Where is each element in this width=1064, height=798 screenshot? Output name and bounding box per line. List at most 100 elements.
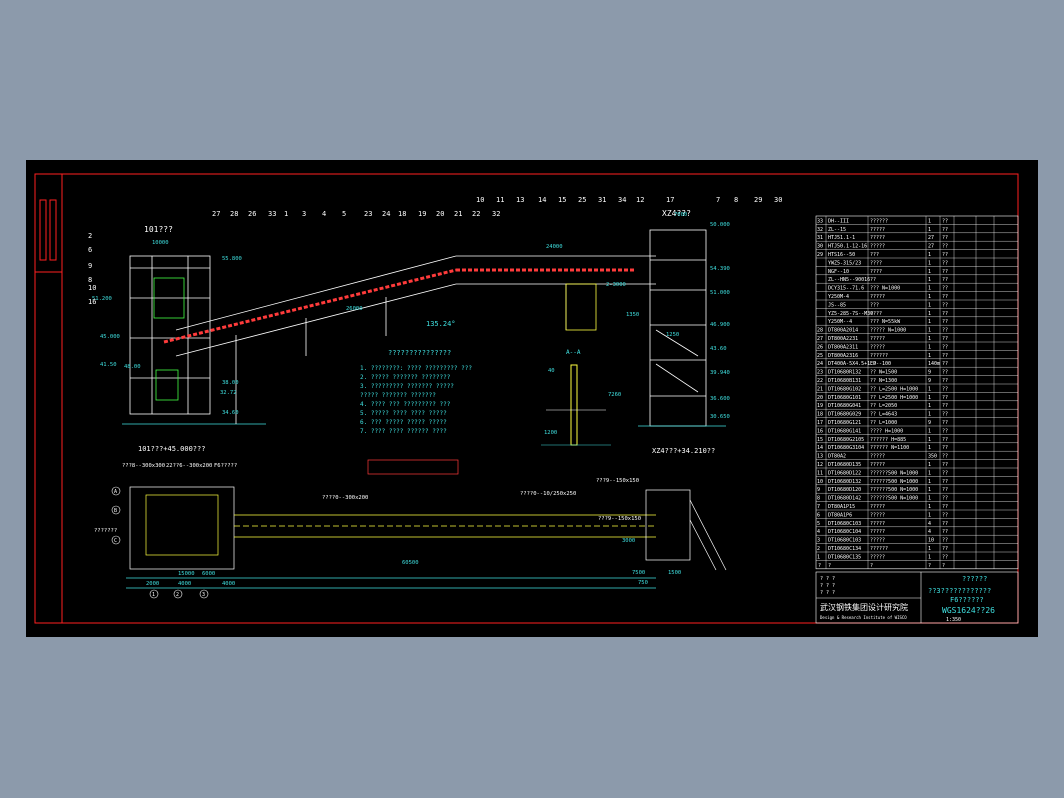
bom-item-code: DT10680G029 bbox=[828, 412, 861, 418]
bom-item-qty: 1 bbox=[928, 428, 931, 434]
bom-item-material: ?? bbox=[942, 319, 948, 325]
bom-item-number: 1 bbox=[817, 554, 820, 560]
bom-item-desc: ????? bbox=[870, 336, 885, 342]
bom-item-number: 2 bbox=[817, 546, 820, 552]
elevation-mark: 34.60 bbox=[222, 410, 239, 416]
bom-item-qty: 1 bbox=[928, 546, 931, 552]
bom-item-desc: ????? bbox=[870, 244, 885, 250]
bom-item-code: DT10680D142 bbox=[828, 496, 861, 502]
bom-item-material: ?? bbox=[942, 504, 948, 510]
axis-mark: C bbox=[114, 538, 117, 544]
bom-item-material: ?? bbox=[942, 454, 948, 460]
bom-item-number: 12 bbox=[817, 462, 823, 468]
dimension-value: 10000 bbox=[152, 240, 169, 246]
bom-item-material: ?? bbox=[942, 470, 948, 476]
bom-item-material: ?? bbox=[942, 420, 948, 426]
bom-item-number: 31 bbox=[817, 235, 823, 241]
dimension-value: 15000 bbox=[178, 571, 195, 577]
bom-item-code: HTJ51.1-1 bbox=[828, 235, 855, 241]
axis-mark: A bbox=[114, 489, 117, 495]
bom-item-number: 26 bbox=[817, 344, 823, 350]
bom-item-material: ?? bbox=[942, 386, 948, 392]
bom-item-material: ?? bbox=[942, 235, 948, 241]
title-block-row: ? ? ? bbox=[820, 583, 835, 589]
bom-item-material: ?? bbox=[942, 529, 948, 535]
bom-item-desc: ?? bbox=[870, 277, 876, 283]
bom-item-desc: ????? bbox=[870, 554, 885, 560]
callout-number: 31 bbox=[598, 196, 606, 204]
bom-item-code: DT10680G041 bbox=[828, 403, 861, 409]
title-block-left-rows: ? ? ?? ? ?? ? ? bbox=[820, 576, 835, 596]
bom-item-code: HTJ50.1-12-16 bbox=[828, 244, 867, 250]
bom-item-material: ?? bbox=[942, 260, 948, 266]
elevation-mark: 43.60 bbox=[710, 346, 727, 352]
bom-item-number: 5 bbox=[817, 521, 820, 527]
bom-item-number: 25 bbox=[817, 353, 823, 359]
bom-item-material: ?? bbox=[942, 218, 948, 224]
elevation-mark: 46.900 bbox=[710, 322, 730, 328]
dimension-value: 4000 bbox=[222, 581, 235, 587]
bom-item-code: YZ5-285-7S--M30 bbox=[828, 311, 873, 317]
bom-item-qty: 4 bbox=[928, 521, 931, 527]
bom-header-cell: ? bbox=[942, 563, 945, 569]
bom-item-desc: ???? H=1000 bbox=[870, 428, 903, 434]
callout-number: 10 bbox=[88, 284, 96, 292]
elevation-mark: 38.00 bbox=[222, 380, 239, 386]
bom-item-material: ?? bbox=[942, 512, 948, 518]
bom-item-number: 19 bbox=[817, 403, 823, 409]
plan-annotations: ???8--300x300 22??6--300x200 F6???????????… bbox=[94, 463, 641, 534]
plan-axis-marks: A B C 1 2 3 bbox=[111, 486, 209, 599]
bom-item-desc: ????? bbox=[870, 538, 885, 544]
bom-item-material: ?? bbox=[942, 403, 948, 409]
drawing-scale: 1:350 bbox=[946, 617, 961, 623]
bill-of-materials: 33 DH--III?????? 1 ??32 ZL--15????? 1 ??31 HTJ5… bbox=[815, 215, 1019, 570]
section-aa-title: A--A bbox=[566, 349, 581, 356]
note-line: 7. ???? ???? ?????? ???? bbox=[360, 428, 447, 435]
bom-header-cell: ? bbox=[818, 563, 821, 569]
bom-item-desc: ??? N=55kW bbox=[870, 319, 901, 325]
bom-item-qty: 1 bbox=[928, 479, 931, 485]
left-building bbox=[129, 255, 211, 415]
bom-item-desc: ??????500 N=1000 bbox=[870, 479, 918, 485]
note-line: 5. ????? ???? ???? ????? bbox=[360, 410, 447, 417]
bom-item-material: ?? bbox=[942, 227, 948, 233]
callout-number: 17 bbox=[666, 196, 674, 204]
bom-item-code: DT10680G102 bbox=[828, 386, 861, 392]
bom-item-desc: ?????? bbox=[870, 353, 888, 359]
right-tower bbox=[649, 229, 707, 427]
bom-item-desc: ?? L=2500 H=1000 bbox=[870, 395, 918, 401]
dimension-value: 40 bbox=[548, 368, 555, 374]
bom-item-number: 6 bbox=[817, 512, 820, 518]
callout-number: 1 bbox=[284, 210, 288, 218]
bom-item-number: 21 bbox=[817, 386, 823, 392]
elevation-mark: 45.000 bbox=[100, 334, 120, 340]
bom-item-material: ?? bbox=[942, 462, 948, 468]
bom-item-qty: 1 bbox=[928, 403, 931, 409]
bom-item-desc: ???? bbox=[870, 260, 882, 266]
bom-item-material: ?? bbox=[942, 437, 948, 443]
plan-label: 22??6--300x200 bbox=[166, 463, 212, 469]
bom-item-number: 10 bbox=[817, 479, 823, 485]
bom-item-qty: 140m bbox=[928, 361, 940, 367]
bom-item-number: 32 bbox=[817, 227, 823, 233]
elevation-mark: 48.00 bbox=[124, 364, 141, 370]
bom-item-desc: ??????500 N=1000 bbox=[870, 487, 918, 493]
callout-number: 10 bbox=[476, 196, 484, 204]
note-line: 6. ??? ????? ????? ????? bbox=[360, 419, 447, 426]
institute-name: 武汉钢铁集团设计研究院 bbox=[820, 602, 908, 612]
bom-item-code: DT10680G101 bbox=[828, 395, 861, 401]
bom-item-material: ?? bbox=[942, 311, 948, 317]
callout-number: 33 bbox=[268, 210, 276, 218]
bom-item-material: ?? bbox=[942, 479, 948, 485]
cad-drawing: 101??? XZ4??? 135.24° 50.00054.39051.000… bbox=[34, 173, 1019, 624]
dimension-value: 1350 bbox=[626, 312, 639, 318]
bom-item-number: 20 bbox=[817, 395, 823, 401]
bom-item-code: DT10680D120 bbox=[828, 487, 861, 493]
elevation-mark: 55.800 bbox=[222, 256, 242, 262]
bom-item-code: DT10680C134 bbox=[828, 546, 861, 552]
bom-item-code: DT800A2316 bbox=[828, 353, 858, 359]
bom-item-desc: ?? L=2050 bbox=[870, 403, 897, 409]
bom-item-code: DT10680D132 bbox=[828, 479, 861, 485]
dimension-value: 60500 bbox=[402, 560, 419, 566]
bom-item-number: 3 bbox=[817, 538, 820, 544]
